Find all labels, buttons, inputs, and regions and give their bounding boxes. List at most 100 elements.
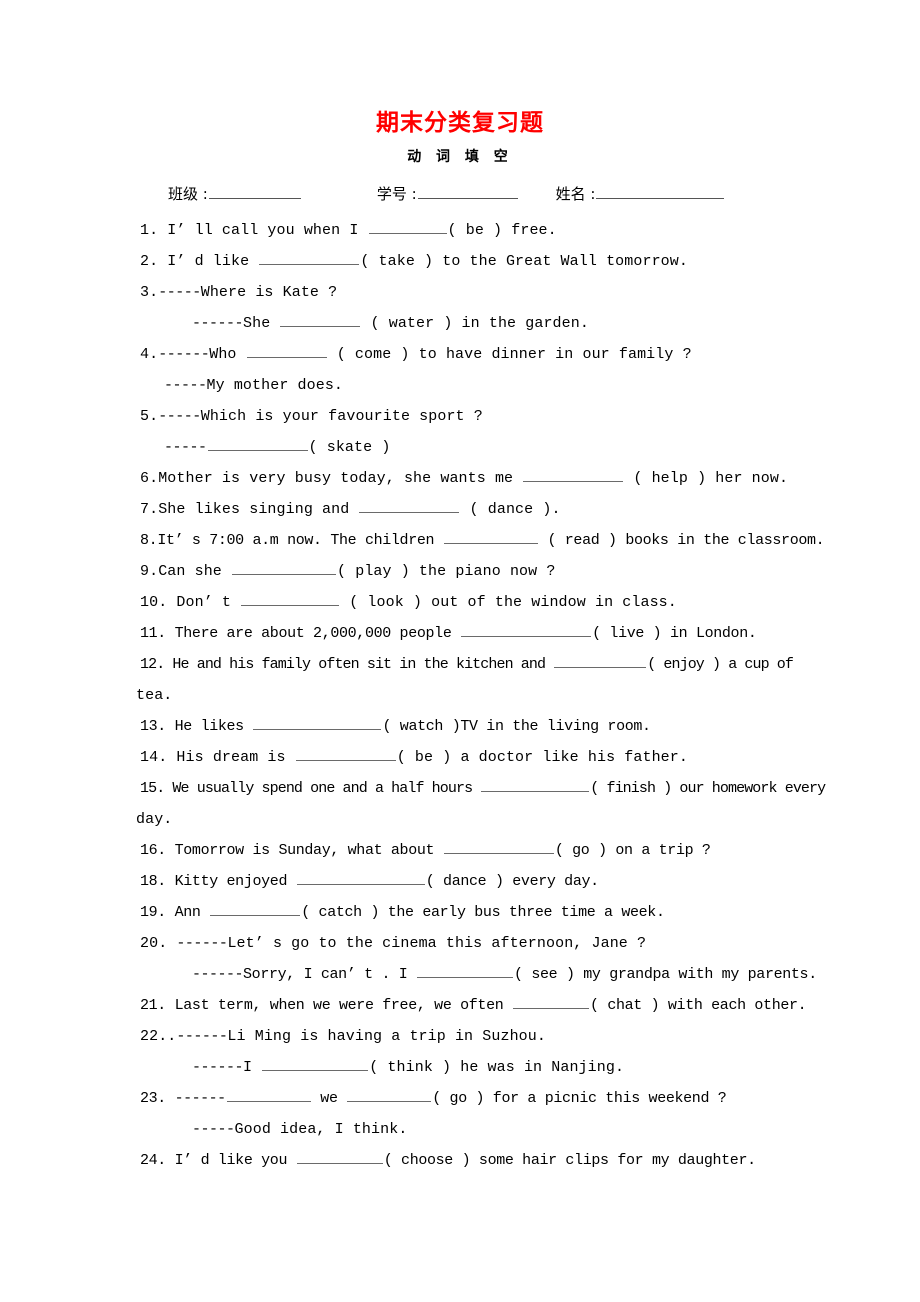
question-text: tea. xyxy=(136,687,173,704)
question-number: 7. xyxy=(140,501,159,518)
question-text: Where is Kate ? xyxy=(200,284,338,301)
question-text: Can she xyxy=(158,563,232,580)
answer-blank[interactable] xyxy=(259,252,360,265)
question-number: 13. xyxy=(140,718,166,735)
student-no-field: 学号 : xyxy=(377,181,518,207)
question-text: ( be ) free. xyxy=(447,222,557,239)
answer-blank[interactable] xyxy=(241,593,340,606)
page-title: 期末分类复习题 xyxy=(376,110,544,136)
question-line: 5.-----Which is your favourite sport ? xyxy=(0,401,920,432)
question-line: 13. He likes ( watch )TV in the living r… xyxy=(0,711,920,742)
answer-blank[interactable] xyxy=(210,903,301,916)
question-text: ( dance ). xyxy=(460,501,561,518)
answer-blank[interactable] xyxy=(347,1089,432,1102)
answer-blank[interactable] xyxy=(443,841,554,854)
question-text: I’ d like you xyxy=(165,1152,296,1169)
question-line: 12. He and his family often sit in the k… xyxy=(0,649,920,680)
dialogue-dash: ----- xyxy=(158,284,201,301)
answer-blank[interactable] xyxy=(554,655,647,668)
student-info-line: 班级 : 学号 : 姓名 : xyxy=(0,167,920,207)
answer-blank[interactable] xyxy=(295,748,396,761)
question-text: ( help ) her now. xyxy=(624,470,789,487)
question-line: 2. I’ d like ( take ) to the Great Wall … xyxy=(0,246,920,277)
question-line: 1. I’ ll call you when I ( be ) free. xyxy=(0,215,920,246)
name-input[interactable] xyxy=(596,185,725,199)
question-text: ( enjoy ) a cup of xyxy=(647,656,794,673)
question-line: 21. Last term, when we were free, we oft… xyxy=(0,990,920,1021)
question-line: 19. Ann ( catch ) the early bus three ti… xyxy=(0,897,920,928)
answer-blank[interactable] xyxy=(523,469,624,482)
question-text: Which is your favourite sport ? xyxy=(200,408,483,425)
question-line: 10. Don’ t ( look ) out of the window in… xyxy=(0,587,920,618)
name-label: 姓名 : xyxy=(555,185,596,203)
question-text: My mother does. xyxy=(206,377,344,394)
question-text: ( see ) my grandpa with my parents. xyxy=(514,966,817,983)
question-number: 12. xyxy=(140,656,165,673)
question-line: 15. We usually spend one and a half hour… xyxy=(0,773,920,804)
page-subtitle: 动 词 填 空 xyxy=(407,149,513,165)
question-number: 18. xyxy=(140,873,166,890)
answer-blank[interactable] xyxy=(461,624,592,637)
dialogue-dash: ------ xyxy=(192,1059,244,1076)
question-number: 3. xyxy=(140,284,159,301)
question-number: 20. xyxy=(140,935,168,952)
question-number: 8. xyxy=(140,532,158,549)
answer-blank[interactable] xyxy=(368,221,447,234)
question-text xyxy=(166,1090,175,1107)
question-text: I’ d like xyxy=(158,253,259,270)
question-text: ( go ) on a trip ? xyxy=(554,842,711,859)
question-text: It’ s 7:00 a.m now. The children xyxy=(157,532,443,549)
question-text: I’ ll call you when I xyxy=(158,222,368,239)
answer-blank[interactable] xyxy=(232,562,337,575)
question-text: Mother is very busy today, she wants me xyxy=(158,470,523,487)
answer-blank[interactable] xyxy=(246,345,327,358)
answer-blank[interactable] xyxy=(262,1058,369,1071)
student-no-input[interactable] xyxy=(417,185,518,199)
dialogue-dash: ------ xyxy=(176,1028,228,1045)
question-text: We usually spend one and a half hours xyxy=(164,780,481,797)
dialogue-dash: ------ xyxy=(158,346,210,363)
dialogue-dash: ----- xyxy=(158,408,201,425)
question-text: He and his family often sit in the kitch… xyxy=(164,656,554,673)
question-text: ( finish ) our homework every xyxy=(590,780,826,797)
question-line: ------Sorry, I can’ t . I ( see ) my gra… xyxy=(0,959,920,990)
question-line: -----Good idea, I think. xyxy=(0,1114,920,1145)
question-number: 23. xyxy=(140,1090,166,1107)
question-text: ( live ) in London. xyxy=(592,625,757,642)
question-text: ( take ) to the Great Wall tomorrow. xyxy=(360,253,688,270)
question-text: ( catch ) the early bus three time a wee… xyxy=(301,904,665,921)
question-text: His dream is xyxy=(167,749,295,766)
answer-blank[interactable] xyxy=(253,717,382,730)
dialogue-dash: ------ xyxy=(192,315,244,332)
answer-blank[interactable] xyxy=(443,531,538,544)
question-list: 1. I’ ll call you when I ( be ) free. 2. … xyxy=(0,207,920,1176)
question-line: 9.Can she ( play ) the piano now ? xyxy=(0,556,920,587)
question-text: Tomorrow is Sunday, what about xyxy=(165,842,443,859)
question-number: 15. xyxy=(140,780,165,797)
class-input[interactable] xyxy=(208,185,301,199)
answer-blank[interactable] xyxy=(296,872,425,885)
answer-blank[interactable] xyxy=(296,1151,383,1164)
question-text: She xyxy=(243,315,280,332)
question-number: 1. xyxy=(140,222,159,239)
answer-blank[interactable] xyxy=(513,996,590,1009)
question-text: Kitty enjoyed xyxy=(165,873,296,890)
question-text: Good idea, I think. xyxy=(234,1121,408,1138)
answer-blank[interactable] xyxy=(359,500,460,513)
answer-blank[interactable] xyxy=(481,779,590,792)
class-field: 班级 : xyxy=(168,181,301,207)
question-text: Ann xyxy=(165,904,210,921)
answer-blank[interactable] xyxy=(226,1089,311,1102)
dialogue-dash: ----- xyxy=(164,439,207,456)
question-number: 16. xyxy=(140,842,166,859)
question-text: I xyxy=(243,1059,262,1076)
question-line: 7.She likes singing and ( dance ). xyxy=(0,494,920,525)
answer-blank[interactable] xyxy=(280,314,361,327)
answer-blank[interactable] xyxy=(417,965,514,978)
answer-blank[interactable] xyxy=(207,438,308,451)
question-text: ( dance ) every day. xyxy=(425,873,599,890)
question-number: 6. xyxy=(140,470,159,487)
question-number: 4. xyxy=(140,346,159,363)
question-text: There are about 2,000,000 people xyxy=(165,625,461,642)
question-line: 18. Kitty enjoyed ( dance ) every day. xyxy=(0,866,920,897)
